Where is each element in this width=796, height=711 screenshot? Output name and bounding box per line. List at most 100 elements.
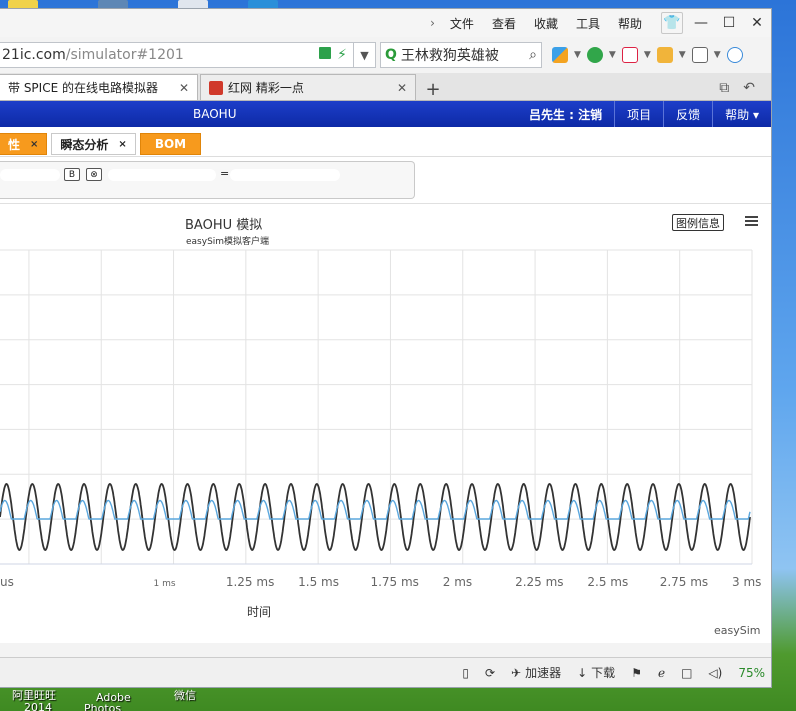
bold-button-label: B	[68, 169, 76, 180]
search-engine-icon[interactable]: Q	[385, 47, 397, 63]
flag-icon[interactable]: ⚑	[631, 666, 642, 680]
menu-help[interactable]: 帮助	[609, 15, 651, 32]
desktop-label-aliwangwang[interactable]: 阿里旺旺	[12, 690, 56, 701]
x-tick-label: 1 ms	[154, 579, 176, 589]
nav-feedback[interactable]: 反馈	[663, 101, 712, 127]
find-icon[interactable]	[726, 47, 743, 63]
tab-rednet-label: 红网 精彩一点	[228, 81, 304, 95]
shield-icon[interactable]	[586, 47, 603, 63]
url-path: /simulator#1201	[65, 47, 184, 63]
legend-info-label: 图例信息	[676, 216, 720, 230]
menu-favorites[interactable]: 收藏	[525, 15, 567, 32]
zoom-level[interactable]: 75%	[738, 666, 765, 680]
close-button[interactable]: ✕	[743, 12, 771, 34]
chevron-right-icon[interactable]: ›	[430, 16, 435, 30]
menu-view[interactable]: 查看	[483, 15, 525, 32]
url-dropdown-icon[interactable]: ▼	[354, 42, 376, 68]
x-tick-label: 1.75 ms	[370, 575, 418, 589]
accelerator-label: 加速器	[525, 666, 562, 680]
x-tick-label: 3 ms	[732, 575, 761, 589]
tab-transient-analysis[interactable]: 瞬态分析 ×	[51, 133, 136, 155]
control-panel: B ⊗ =	[0, 161, 415, 199]
extension-toolbar: ▼ ▼ ▼ ▼ ▼	[552, 47, 743, 63]
maximize-button[interactable]: ☐	[715, 12, 743, 34]
lightning-icon[interactable]: ⚡	[337, 47, 347, 63]
clear-button[interactable]: ⊗	[86, 168, 102, 181]
legend-info-button[interactable]: 图例信息	[672, 214, 724, 231]
ie-icon[interactable]: ℯ	[658, 666, 665, 680]
x-tick-label: 2.75 ms	[660, 575, 708, 589]
chart-credit[interactable]: easySim	[714, 624, 761, 637]
menu-bar: 文件 查看 收藏 工具 帮助	[441, 15, 651, 32]
shield-dropdown-icon[interactable]: ▼	[609, 50, 616, 60]
x-tick-label: 2.5 ms	[587, 575, 628, 589]
restore-tabs-icon[interactable]: ⧉	[719, 80, 729, 96]
app-nav: 吕先生 : 注销 项目 反馈 帮助 ▾	[517, 101, 771, 127]
desktop-labels: 阿里旺旺 2014 Adobe Photos 微信	[0, 688, 240, 711]
series-line-voltage	[0, 482, 751, 552]
tab-properties[interactable]: 性 ×	[0, 133, 48, 155]
bold-button[interactable]: B	[64, 168, 80, 181]
address-bar: 21ic.com/simulator#1201 ⚡ ▼ Q 王林救狗英雄被 ⌕ …	[0, 37, 771, 73]
download-label: 下载	[591, 666, 616, 680]
apps-icon[interactable]	[552, 47, 568, 63]
param-field-1[interactable]	[0, 169, 60, 181]
x-tick-label: 2.25 ms	[515, 575, 563, 589]
chart-title: BAOHU 模拟	[185, 218, 263, 233]
mobile-icon[interactable]: ▯	[462, 666, 469, 680]
analysis-controls: B ⊗ =	[0, 157, 771, 203]
param-field-3[interactable]	[230, 169, 340, 181]
x-tick-label: 2 ms	[443, 575, 472, 589]
user-logout-link[interactable]: 吕先生 : 注销	[517, 101, 614, 127]
tab-properties-label: 性	[8, 137, 21, 152]
menu-file[interactable]: 文件	[441, 15, 483, 32]
translate-dropdown-icon[interactable]: ▼	[644, 50, 651, 60]
search-box[interactable]: Q 王林救狗英雄被 ⌕	[380, 42, 542, 68]
title-bar: › 文件 查看 收藏 工具 帮助 👕 — ☐ ✕	[0, 9, 771, 37]
apps-dropdown-icon[interactable]: ▼	[574, 50, 581, 60]
qr-code-icon[interactable]	[319, 47, 332, 59]
download-button[interactable]: ↓ 下载	[577, 664, 615, 681]
minimize-button[interactable]: —	[687, 12, 715, 34]
desktop-label-wechat[interactable]: 微信	[174, 690, 196, 701]
app-header: BAOHU 吕先生 : 注销 项目 反馈 帮助 ▾	[0, 101, 771, 127]
volume-icon[interactable]: ◁)	[708, 666, 722, 680]
x-tick-label: us	[0, 575, 14, 589]
browser-window: › 文件 查看 收藏 工具 帮助 👕 — ☐ ✕ 21ic.com/simula…	[0, 8, 772, 688]
search-icon[interactable]: ⌕	[529, 47, 537, 63]
desktop-label-photos: Photos	[84, 702, 122, 711]
tab-bom-label: BOM	[154, 137, 187, 151]
accelerator-button[interactable]: ✈ 加速器	[511, 664, 561, 681]
tab-bom[interactable]: BOM	[139, 133, 202, 155]
new-tab-icon[interactable]: +	[422, 79, 444, 100]
project-title: BAOHU	[193, 107, 237, 121]
desktop-label-year: 2014	[24, 701, 52, 711]
tab-close-icon[interactable]: ✕	[397, 81, 407, 95]
tab-rednet[interactable]: 红网 精彩一点 ✕	[200, 74, 416, 100]
nav-projects[interactable]: 项目	[614, 101, 663, 127]
screenshot-dropdown-icon[interactable]: ▼	[679, 50, 686, 60]
url-domain: 21ic.com	[2, 47, 66, 63]
chart-area: us 1 ms 1.25 ms 1.5 ms 1.75 ms 2 ms 2.25 ms 2.5…	[0, 203, 771, 643]
menu-tools[interactable]: 工具	[567, 15, 609, 32]
waveform-plot: us 1 ms 1.25 ms 1.5 ms 1.75 ms 2 ms 2.25 ms 2.5…	[0, 249, 761, 619]
tab-simulator[interactable]: 带 SPICE 的在线电路模拟器 ✕	[0, 74, 198, 100]
url-field[interactable]: 21ic.com/simulator#1201 ⚡	[0, 42, 354, 68]
window-icon[interactable]: □	[681, 666, 692, 680]
x-tick-label: 1.25 ms	[226, 575, 274, 589]
nav-help[interactable]: 帮助 ▾	[712, 101, 771, 127]
chart-subtitle: easySim模拟客户端	[186, 237, 270, 247]
skin-icon[interactable]: 👕	[661, 12, 683, 34]
param-field-2[interactable]	[108, 169, 216, 181]
tab-close-icon[interactable]: ×	[30, 139, 38, 150]
search-text: 王林救狗英雄被	[400, 48, 499, 64]
tab-close-icon[interactable]: ✕	[179, 81, 189, 95]
chart-menu-icon[interactable]	[745, 216, 758, 228]
game-icon[interactable]	[691, 47, 708, 63]
translate-icon[interactable]	[621, 47, 638, 63]
game-dropdown-icon[interactable]: ▼	[714, 50, 721, 60]
tab-close-icon[interactable]: ×	[118, 139, 126, 150]
undo-close-icon[interactable]: ↶	[743, 80, 755, 96]
screenshot-icon[interactable]	[656, 47, 673, 63]
refresh-icon[interactable]: ⟳	[485, 666, 495, 680]
